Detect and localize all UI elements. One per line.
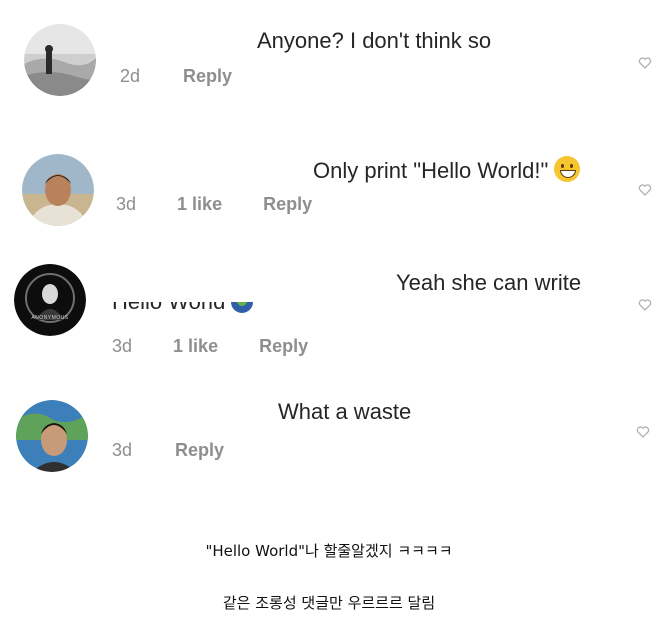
avatar[interactable]: ANONYMOUS bbox=[14, 264, 86, 336]
comment-meta: 3d 1 like Reply bbox=[116, 194, 312, 215]
comment-text: Only print "Hello World!" bbox=[313, 156, 581, 184]
comment-meta: 2d Reply bbox=[120, 66, 232, 87]
comment-text: Anyone? I don't think so bbox=[257, 28, 492, 53]
caption-line-2: 같은 조롱성 댓글만 우르르르 달림 bbox=[222, 594, 436, 612]
comment-text-content: Only print "Hello World!" bbox=[313, 158, 549, 183]
heart-outline-icon[interactable] bbox=[638, 298, 652, 312]
caption-line-1: "Hello World"나 할줄알겠지 ㅋㅋㅋㅋ bbox=[205, 542, 453, 560]
grinning-face-icon bbox=[554, 156, 581, 182]
avatar[interactable] bbox=[24, 24, 96, 96]
comment-time: 3d bbox=[112, 336, 133, 356]
likes-count[interactable]: 1 like bbox=[177, 194, 222, 215]
likes-count[interactable]: 1 like bbox=[173, 336, 218, 357]
reply-button[interactable]: Reply bbox=[183, 66, 232, 87]
avatar-emblem-text: ANONYMOUS bbox=[31, 315, 69, 321]
comment-time: 2d bbox=[120, 66, 141, 86]
comment-text-continuation: Hello World bbox=[112, 302, 254, 313]
comment-meta: 3d 1 like Reply bbox=[112, 336, 308, 357]
comment-text-line2: Hello World bbox=[112, 302, 225, 313]
heart-outline-icon[interactable] bbox=[638, 56, 652, 70]
avatar-image bbox=[24, 24, 96, 96]
reply-button[interactable]: Reply bbox=[175, 440, 224, 461]
avatar[interactable] bbox=[16, 400, 88, 472]
avatar-image bbox=[16, 400, 88, 472]
globe-icon bbox=[231, 302, 254, 313]
comment-meta: 3d Reply bbox=[112, 440, 224, 461]
comment-time: 3d bbox=[116, 194, 137, 214]
heart-outline-icon[interactable] bbox=[636, 425, 650, 439]
avatar[interactable] bbox=[22, 154, 94, 226]
reply-button[interactable]: Reply bbox=[259, 336, 308, 357]
comment-text: Yeah she can write bbox=[396, 270, 582, 295]
comment-time: 3d bbox=[112, 440, 133, 460]
comment-text: What a waste bbox=[278, 399, 412, 424]
avatar-image bbox=[14, 264, 86, 336]
avatar-image bbox=[22, 154, 94, 226]
heart-outline-icon[interactable] bbox=[638, 183, 652, 197]
reply-button[interactable]: Reply bbox=[263, 194, 312, 215]
